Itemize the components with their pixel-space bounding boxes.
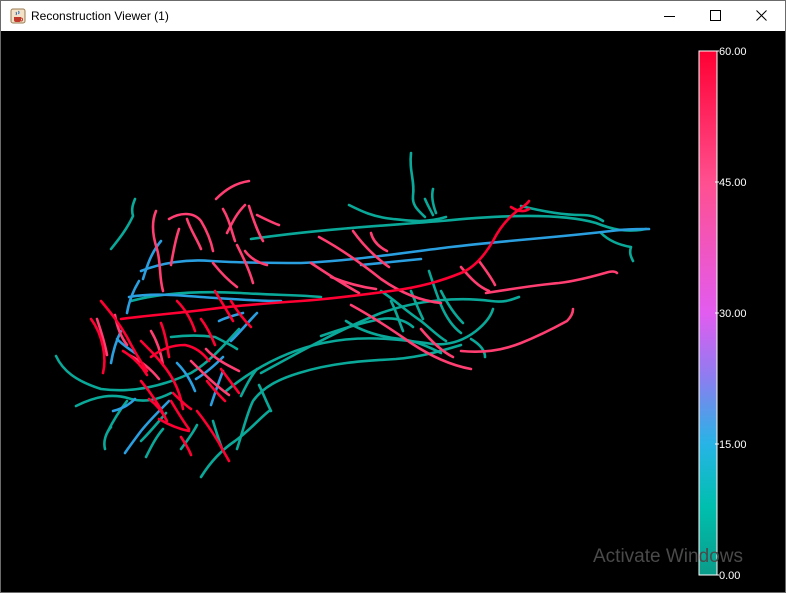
blue-branches [109, 227, 651, 455]
java-coffee-icon [10, 8, 26, 24]
scale-label-min: 0.00 [719, 570, 741, 582]
scale-label-15: 15.00 [719, 439, 747, 451]
color-scale-bar [698, 50, 718, 576]
viewer-window: Reconstruction Viewer (1) 60.00 45.00 30… [0, 0, 786, 593]
scale-label-30: 30.00 [719, 308, 747, 320]
close-icon [756, 10, 767, 21]
minimize-icon [664, 16, 675, 17]
reconstruction-canvas[interactable] [1, 31, 785, 592]
title-bar[interactable]: Reconstruction Viewer (1) [1, 1, 785, 31]
maximize-button[interactable] [693, 1, 739, 31]
neuron-reconstruction[interactable] [1, 31, 785, 592]
maximize-icon [710, 10, 721, 21]
scale-label-45: 45.00 [719, 177, 747, 189]
close-button[interactable] [739, 1, 785, 31]
activate-windows-watermark: Activate Windows [593, 546, 743, 567]
minimize-button[interactable] [647, 1, 693, 31]
window-title: Reconstruction Viewer (1) [31, 9, 169, 23]
scale-label-max: 60.00 [719, 46, 747, 58]
